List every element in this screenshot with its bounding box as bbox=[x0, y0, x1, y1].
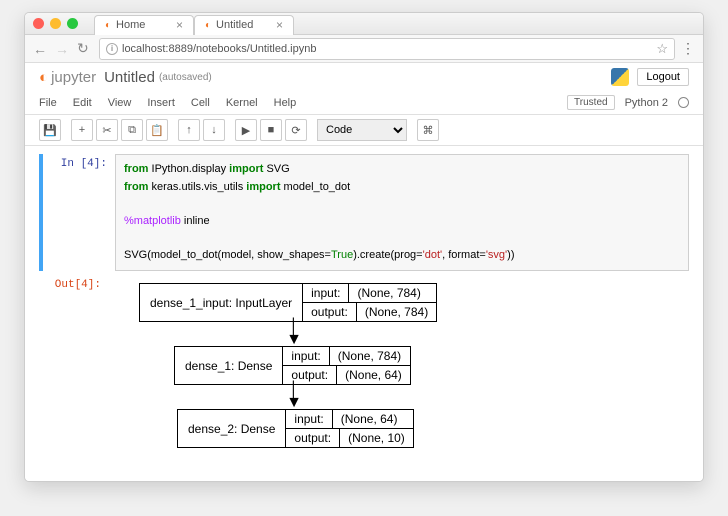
address-bar: ← → ↻ i localhost:8889/notebooks/Untitle… bbox=[25, 35, 703, 63]
reload-button[interactable]: ↻ bbox=[77, 40, 93, 57]
layer-dense-2: dense_2: Dense input:(None, 64) output:(… bbox=[177, 409, 414, 448]
arrow-down-icon: │▼ bbox=[139, 322, 449, 346]
output-cell: Out[4]: dense_1_input: InputLayer input:… bbox=[39, 275, 689, 456]
python-logo-icon bbox=[611, 68, 629, 86]
tab-label: Untitled bbox=[216, 19, 253, 31]
menu-help[interactable]: Help bbox=[274, 97, 297, 109]
code-editor[interactable]: from IPython.display import SVG from ker… bbox=[115, 154, 689, 271]
layer-input: dense_1_input: InputLayer input:(None, 7… bbox=[139, 283, 437, 322]
tab-label: Home bbox=[116, 19, 145, 31]
menu-file[interactable]: File bbox=[39, 97, 57, 109]
tab-strip: ◐ Home × ◐ Untitled × bbox=[94, 13, 294, 35]
maximize-window-button[interactable] bbox=[67, 18, 78, 29]
add-cell-button[interactable]: + bbox=[71, 119, 93, 141]
model-diagram: dense_1_input: InputLayer input:(None, 7… bbox=[109, 275, 689, 456]
menubar: File Edit View Insert Cell Kernel Help T… bbox=[25, 91, 703, 115]
logout-button[interactable]: Logout bbox=[637, 68, 689, 86]
celltype-select[interactable]: Code bbox=[317, 119, 407, 141]
notebook-area: In [4]: from IPython.display import SVG … bbox=[25, 146, 703, 481]
move-up-button[interactable]: ↑ bbox=[178, 119, 200, 141]
jupyter-logo[interactable]: ◐ jupyter bbox=[39, 69, 96, 86]
save-button[interactable]: 💾 bbox=[39, 119, 61, 141]
browser-window: ◐ Home × ◐ Untitled × ← → ↻ i localhost:… bbox=[24, 12, 704, 482]
kernel-indicator-icon bbox=[678, 97, 689, 108]
menu-insert[interactable]: Insert bbox=[147, 97, 175, 109]
command-palette-button[interactable]: ⌘ bbox=[417, 119, 439, 141]
forward-button[interactable]: → bbox=[55, 41, 71, 57]
menu-kernel[interactable]: Kernel bbox=[226, 97, 258, 109]
kernel-name: Python 2 bbox=[625, 97, 668, 109]
tab-home[interactable]: ◐ Home × bbox=[94, 15, 194, 35]
restart-button[interactable]: ⟳ bbox=[285, 119, 307, 141]
browser-menu-icon[interactable]: ⋮ bbox=[681, 40, 695, 57]
menu-cell[interactable]: Cell bbox=[191, 97, 210, 109]
close-window-button[interactable] bbox=[33, 18, 44, 29]
url-input[interactable]: i localhost:8889/notebooks/Untitled.ipyn… bbox=[99, 38, 675, 60]
close-tab-icon[interactable]: × bbox=[276, 18, 283, 32]
cut-button[interactable]: ✂ bbox=[96, 119, 118, 141]
jupyter-tab-icon: ◐ bbox=[105, 20, 111, 31]
arrow-down-icon: │▼ bbox=[139, 385, 449, 409]
input-prompt: In [4]: bbox=[45, 154, 115, 271]
titlebar: ◐ Home × ◐ Untitled × bbox=[25, 13, 703, 35]
autosave-status: (autosaved) bbox=[159, 72, 212, 83]
stop-button[interactable]: ■ bbox=[260, 119, 282, 141]
site-info-icon[interactable]: i bbox=[106, 43, 118, 55]
back-button[interactable]: ← bbox=[33, 41, 49, 57]
output-prompt: Out[4]: bbox=[39, 275, 109, 456]
layer-dense-1: dense_1: Dense input:(None, 784) output:… bbox=[174, 346, 411, 385]
copy-button[interactable]: ⧉ bbox=[121, 119, 143, 141]
move-down-button[interactable]: ↓ bbox=[203, 119, 225, 141]
trusted-badge[interactable]: Trusted bbox=[567, 95, 615, 110]
menu-edit[interactable]: Edit bbox=[73, 97, 92, 109]
notebook-header: ◐ jupyter Untitled (autosaved) Logout bbox=[25, 63, 703, 91]
close-tab-icon[interactable]: × bbox=[176, 18, 183, 32]
paste-button[interactable]: 📋 bbox=[146, 119, 168, 141]
input-cell[interactable]: In [4]: from IPython.display import SVG … bbox=[39, 154, 689, 271]
run-button[interactable]: ▶ bbox=[235, 119, 257, 141]
notebook-title[interactable]: Untitled bbox=[104, 69, 155, 86]
url-text: localhost:8889/notebooks/Untitled.ipynb bbox=[122, 43, 316, 55]
minimize-window-button[interactable] bbox=[50, 18, 61, 29]
toolbar: 💾 + ✂ ⧉ 📋 ↑ ↓ ▶ ■ ⟳ Code ⌘ bbox=[25, 115, 703, 146]
jupyter-logo-icon: ◐ bbox=[39, 69, 47, 86]
jupyter-tab-icon: ◐ bbox=[205, 20, 211, 31]
jupyter-brand: jupyter bbox=[51, 69, 96, 86]
tab-untitled[interactable]: ◐ Untitled × bbox=[194, 15, 294, 35]
bookmark-icon[interactable]: ☆ bbox=[656, 41, 668, 57]
menu-view[interactable]: View bbox=[108, 97, 132, 109]
